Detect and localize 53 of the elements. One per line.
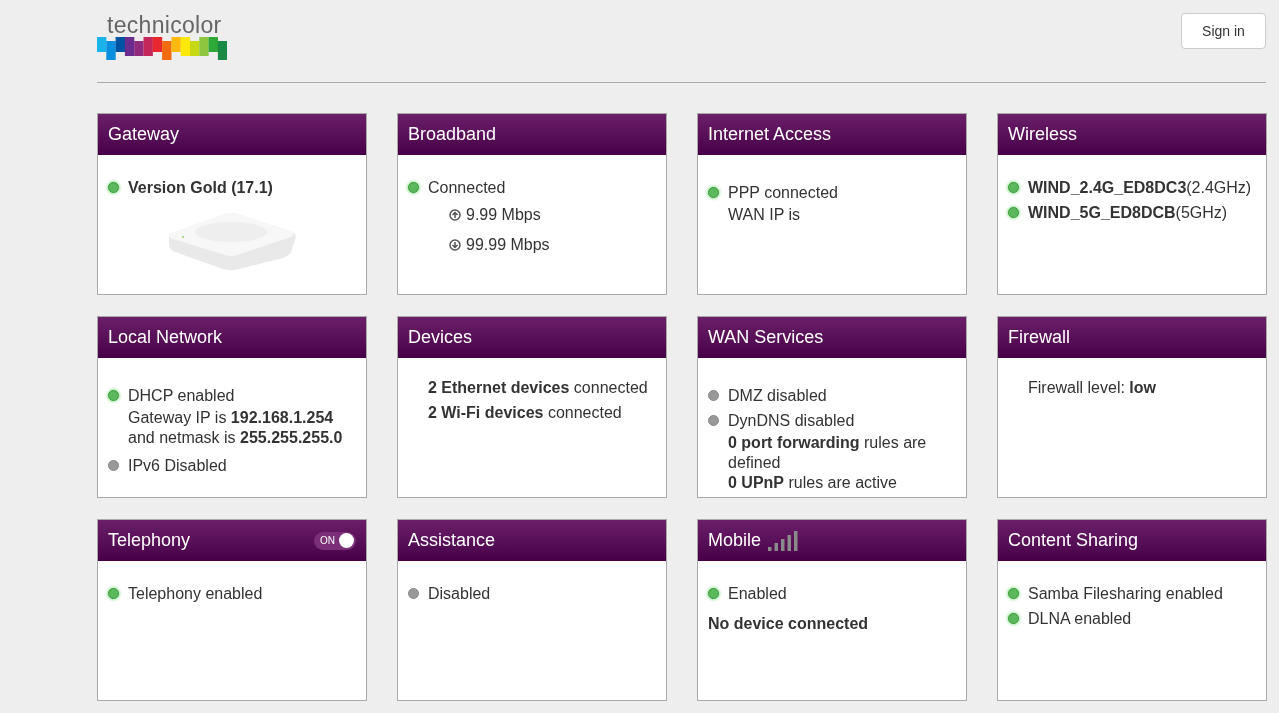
status-text: WIND_2.4G_ED8DC3(2.4GHz) — [1028, 177, 1252, 198]
status-text: DMZ disabled — [728, 385, 827, 406]
speed-text: 99.99 Mbps — [466, 235, 550, 255]
status-text: Telephony enabled — [128, 583, 263, 604]
card-header[interactable]: Devices — [398, 317, 666, 358]
card-title: Local Network — [108, 327, 223, 348]
card-title: Gateway — [108, 124, 180, 145]
speed-text: 9.99 Mbps — [466, 205, 541, 225]
info-text: 2 Ethernet devices connected — [427, 378, 649, 398]
card-title: Telephony — [108, 530, 191, 551]
card-header[interactable]: Local Network — [98, 317, 366, 358]
card-title: Assistance — [408, 530, 496, 551]
card-header[interactable]: Assistance — [398, 520, 666, 561]
info-text: 2 Wi-Fi devices connected — [427, 403, 623, 423]
card-title: Wireless — [1008, 124, 1077, 145]
download-arrow-icon — [449, 239, 461, 251]
card-header[interactable]: Content Sharing — [998, 520, 1266, 561]
status-text: Version Gold (17.1) — [128, 177, 273, 198]
card-title: Content Sharing — [1008, 530, 1139, 551]
status-text: WIND_5G_ED8DCB(5GHz) — [1028, 202, 1228, 223]
card-header[interactable]: Internet Access — [698, 114, 966, 155]
info-text: and netmask is 255.255.255.0 — [127, 428, 344, 448]
card-header[interactable]: Wireless — [998, 114, 1266, 155]
status-text: Samba Filesharing enabled — [1028, 583, 1223, 604]
status-text: DHCP enabled — [128, 385, 235, 406]
toggle-switch[interactable]: ON — [314, 531, 356, 550]
info-text: Gateway IP is 192.168.1.254 — [127, 408, 335, 428]
card-title: Firewall — [1008, 327, 1070, 348]
card-header[interactable]: Mobile — [698, 520, 966, 561]
card-title: Devices — [408, 327, 473, 348]
card-header[interactable]: Gateway — [98, 114, 366, 155]
status-text: Disabled — [428, 583, 491, 604]
upload-arrow-icon — [449, 209, 461, 221]
card-header[interactable]: Broadband — [398, 114, 666, 155]
status-text: IPv6 Disabled — [128, 455, 227, 476]
card-title: Mobile — [708, 530, 762, 551]
info-text: Firewall level: low — [1027, 378, 1158, 398]
status-text: Enabled — [728, 583, 787, 604]
status-text: DynDNS disabled — [728, 410, 855, 431]
info-text: 0 UPnP rules are active — [727, 473, 898, 493]
status-text: Connected — [428, 177, 506, 198]
info-text: WAN IP is — [727, 205, 801, 225]
card-title: Internet Access — [708, 124, 832, 145]
status-text: PPP connected — [728, 182, 838, 203]
card-header[interactable]: WAN Services — [698, 317, 966, 358]
info-text: No device connected — [708, 614, 870, 634]
logo-text: technicolor — [107, 13, 222, 37]
status-text: DLNA enabled — [1028, 608, 1132, 629]
card-title: Broadband — [408, 124, 497, 145]
sign-in-button[interactable]: Sign in — [1181, 13, 1266, 49]
card-title: WAN Services — [708, 327, 824, 348]
card-header[interactable]: Telephony ON — [98, 520, 366, 561]
card-header[interactable]: Firewall — [998, 317, 1266, 358]
